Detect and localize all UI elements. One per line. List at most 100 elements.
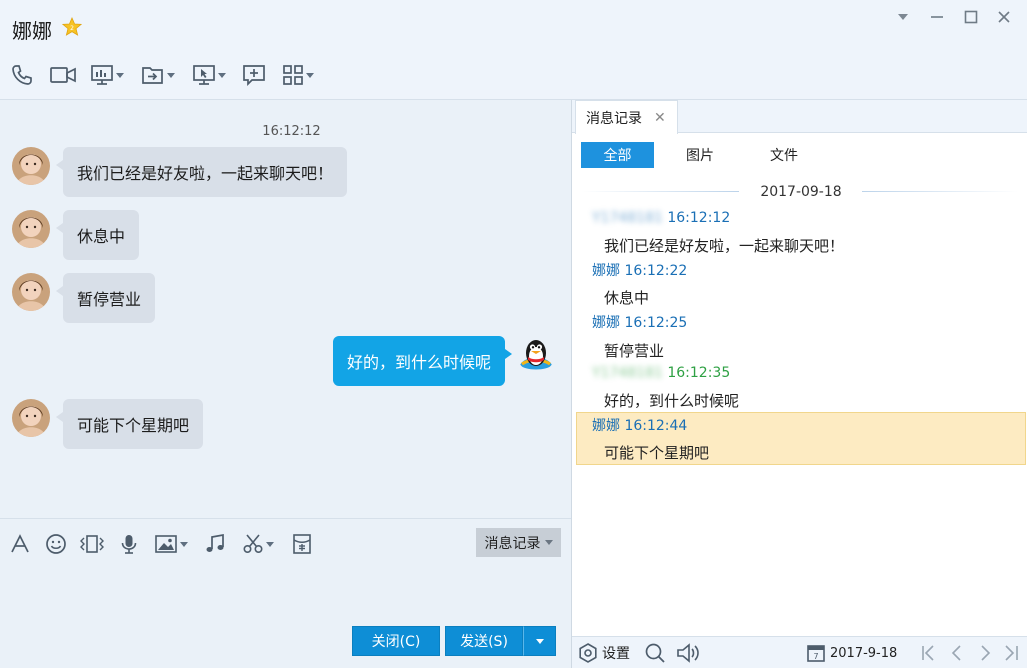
filter-all-tab[interactable]: 全部 <box>581 142 654 168</box>
tab-label: 消息记录 <box>586 110 642 127</box>
history-time: 16:12:35 <box>667 365 731 381</box>
music-button[interactable] <box>204 532 226 556</box>
contact-avatar[interactable] <box>12 210 50 248</box>
history-entry-header: 娜娜 16:12:44 <box>592 415 687 435</box>
history-time: 16:12:25 <box>624 315 688 331</box>
incoming-message-bubble[interactable]: 可能下个星期吧 <box>63 399 204 449</box>
history-message-text[interactable]: 暂停营业 <box>604 340 664 361</box>
shake-window-button[interactable] <box>79 532 105 556</box>
history-entry-header: 娜娜 16:12:22 <box>592 260 687 280</box>
close-button[interactable]: 关闭(C) <box>352 626 440 656</box>
history-sound-button[interactable] <box>676 642 702 664</box>
contact-avatar[interactable] <box>12 273 50 311</box>
history-time: 16:12:44 <box>624 418 688 434</box>
history-footer: 设置 7 2017-9-18 <box>572 636 1027 668</box>
last-page-icon <box>1002 643 1020 663</box>
screen-share-button[interactable] <box>90 62 124 88</box>
chat-timestamp: 16:12:12 <box>262 124 321 139</box>
add-comment-button[interactable] <box>242 62 266 88</box>
divider <box>862 191 1018 192</box>
contact-avatar[interactable] <box>12 147 50 185</box>
voice-message-button[interactable] <box>118 532 140 556</box>
bubble-tail <box>56 412 63 422</box>
filter-files-tab[interactable]: 文件 <box>754 142 814 168</box>
chat-message-area[interactable]: 16:12:12 我们已经是好友啦，一起来聊天吧！ 休息中 暂停营业 好的，到什… <box>0 100 571 518</box>
file-transfer-icon <box>141 63 165 87</box>
history-sender: 娜娜 <box>592 418 620 434</box>
date-picker-button[interactable]: 7 2017-9-18 <box>806 642 897 664</box>
svg-text:2: 2 <box>70 25 74 32</box>
bubble-tail <box>505 349 512 359</box>
chevron-down-icon <box>535 638 544 644</box>
incoming-message-bubble[interactable]: 暂停营业 <box>63 273 156 323</box>
first-page-button[interactable] <box>920 642 938 664</box>
send-button[interactable]: 发送(S) <box>445 626 523 656</box>
close-icon <box>997 10 1011 24</box>
history-button-label: 消息记录 <box>484 535 541 552</box>
message-input[interactable] <box>8 563 560 619</box>
message-history-button[interactable]: 消息记录 <box>476 528 561 557</box>
divider <box>582 191 739 192</box>
app-grid-button[interactable] <box>282 62 314 88</box>
emoji-button[interactable] <box>45 532 67 556</box>
history-message-text[interactable]: 休息中 <box>604 287 649 308</box>
dropdown-caret-icon <box>116 72 124 78</box>
history-time: 16:12:12 <box>667 210 731 226</box>
minimize-button[interactable] <box>926 6 948 28</box>
search-icon <box>644 642 666 664</box>
settings-icon <box>578 643 598 663</box>
history-sender: Y1748181 <box>592 365 663 381</box>
image-icon <box>154 533 178 555</box>
first-page-icon <box>920 643 938 663</box>
incoming-message-bubble[interactable]: 休息中 <box>63 210 140 260</box>
calendar-icon: 7 <box>806 643 826 663</box>
bubble-tail <box>56 160 63 170</box>
maximize-button[interactable] <box>960 6 982 28</box>
contact-avatar[interactable] <box>12 399 50 437</box>
dropdown-caret-icon <box>306 72 314 78</box>
voice-call-button[interactable] <box>10 62 34 88</box>
dropdown-caret-icon <box>266 541 274 547</box>
close-window-button[interactable] <box>993 6 1015 28</box>
outgoing-message-bubble[interactable]: 好的，到什么时候呢 <box>332 336 505 386</box>
last-page-button[interactable] <box>1002 642 1020 664</box>
scissors-icon <box>242 533 264 555</box>
send-image-button[interactable] <box>154 532 188 556</box>
menu-dropdown-button[interactable] <box>892 6 914 28</box>
screenshot-button[interactable] <box>242 532 274 556</box>
incoming-message-bubble[interactable]: 我们已经是好友啦，一起来聊天吧！ <box>63 147 348 197</box>
message-input-area[interactable]: 消息记录 关闭(C) 发送(S) <box>0 518 571 668</box>
footer-date: 2017-9-18 <box>830 645 898 661</box>
history-panel: 消息记录 ✕ 全部 图片 文件 2017-09-18 Y1748181 16:1… <box>571 100 1027 668</box>
close-icon[interactable]: ✕ <box>654 110 666 126</box>
red-envelope-icon <box>291 533 313 555</box>
maximize-icon <box>964 10 978 24</box>
previous-page-button[interactable] <box>948 642 966 664</box>
history-tab-bar: 消息记录 ✕ <box>572 100 1027 134</box>
dropdown-caret-icon <box>218 72 226 78</box>
dropdown-caret-icon <box>544 540 553 545</box>
remote-desktop-icon <box>192 63 216 87</box>
vip-star-icon: 2 <box>62 17 82 37</box>
history-message-text[interactable]: 我们已经是好友啦，一起来聊天吧！ <box>604 235 844 256</box>
phone-icon <box>10 63 34 87</box>
chevron-left-icon <box>948 643 966 663</box>
font-button[interactable] <box>9 532 31 556</box>
file-transfer-button[interactable] <box>141 62 175 88</box>
history-entry-header: Y1748181 16:12:12 <box>592 210 730 226</box>
add-comment-icon <box>242 63 266 87</box>
next-page-button[interactable] <box>976 642 994 664</box>
history-message-text[interactable]: 好的，到什么时候呢 <box>604 390 739 411</box>
red-envelope-button[interactable] <box>291 532 313 556</box>
history-entry-header: Y1748181 16:12:35 <box>592 365 730 381</box>
filter-images-tab[interactable]: 图片 <box>670 142 730 168</box>
send-options-button[interactable] <box>523 626 556 656</box>
history-search-button[interactable] <box>644 642 666 664</box>
history-message-text[interactable]: 可能下个星期吧 <box>604 442 709 463</box>
history-settings-button[interactable]: 设置 <box>578 642 630 664</box>
my-avatar-penguin[interactable] <box>517 335 555 373</box>
video-call-button[interactable] <box>49 62 77 88</box>
music-icon <box>204 533 226 555</box>
remote-desktop-button[interactable] <box>192 62 226 88</box>
tab-message-history[interactable]: 消息记录 ✕ <box>575 100 678 134</box>
